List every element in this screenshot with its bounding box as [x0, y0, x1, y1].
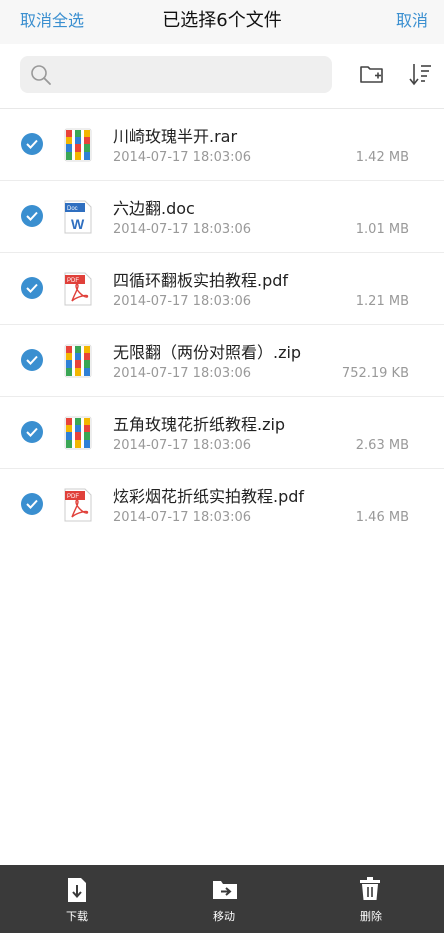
move-folder-icon	[213, 881, 237, 899]
move-label: 移动	[213, 910, 235, 923]
doc-badge-label: Doc	[67, 206, 78, 212]
file-date: 2014-07-17 18:03:06	[113, 222, 252, 237]
checkbox-checked-icon[interactable]	[21, 493, 43, 515]
header: 取消全选 已选择6个文件 取消	[0, 0, 444, 44]
page-title: 已选择6个文件	[162, 10, 282, 31]
file-size: 1.01 MB	[355, 222, 409, 237]
file-size: 2.63 MB	[355, 438, 409, 453]
file-name: 六边翻.doc	[113, 199, 195, 218]
file-row[interactable]: 五角玫瑰花折纸教程.zip 2014-07-17 18:03:06 2.63 M…	[0, 397, 444, 469]
search-icon	[31, 65, 51, 85]
delete-button[interactable]: 删除	[331, 865, 411, 933]
sort-icon[interactable]	[407, 60, 435, 88]
file-date: 2014-07-17 18:03:06	[113, 366, 252, 381]
file-row[interactable]: 无限翻（两份对照看）.zip 2014-07-17 18:03:06 752.1…	[0, 325, 444, 397]
cancel-button[interactable]: 取消	[396, 7, 428, 31]
checkbox-checked-icon[interactable]	[21, 349, 43, 371]
pdf-file-icon: PDF	[64, 272, 92, 306]
file-name: 无限翻（两份对照看）.zip	[113, 343, 302, 362]
toolbar	[0, 44, 444, 109]
archive-file-icon	[64, 344, 92, 378]
page: 取消全选 已选择6个文件 取消 川崎玫瑰半开.rar 2014-07-17 18…	[0, 0, 444, 933]
search-input[interactable]	[20, 56, 332, 93]
doc-letter-label: W	[71, 216, 85, 232]
checkbox-checked-icon[interactable]	[21, 277, 43, 299]
file-size: 1.42 MB	[355, 150, 409, 165]
checkbox-checked-icon[interactable]	[21, 133, 43, 155]
file-size: 1.46 MB	[355, 510, 409, 525]
trash-icon	[360, 877, 380, 900]
file-list: 川崎玫瑰半开.rar 2014-07-17 18:03:06 1.42 MB D…	[0, 109, 444, 541]
bottom-action-bar: 下载 移动 删除	[0, 865, 444, 933]
download-label: 下载	[66, 910, 88, 923]
list-empty-space	[0, 539, 444, 865]
file-size: 1.21 MB	[355, 294, 409, 309]
file-name: 炫彩烟花折纸实拍教程.pdf	[113, 487, 305, 506]
pdf-file-icon: PDF	[64, 488, 92, 522]
download-icon	[68, 878, 86, 902]
move-button[interactable]: 移动	[184, 865, 264, 933]
file-name: 川崎玫瑰半开.rar	[113, 127, 238, 146]
pdf-badge-label: PDF	[67, 494, 79, 500]
file-row[interactable]: PDF 炫彩烟花折纸实拍教程.pdf 2014-07-17 18:03:06 1…	[0, 469, 444, 541]
file-date: 2014-07-17 18:03:06	[113, 438, 252, 453]
file-date: 2014-07-17 18:03:06	[113, 294, 252, 309]
file-date: 2014-07-17 18:03:06	[113, 150, 252, 165]
file-name: 四循环翻板实拍教程.pdf	[113, 271, 289, 290]
checkbox-checked-icon[interactable]	[21, 421, 43, 443]
archive-file-icon	[64, 416, 92, 450]
new-folder-icon[interactable]	[358, 60, 386, 88]
word-doc-icon: Doc W	[64, 200, 92, 234]
delete-label: 删除	[360, 910, 382, 923]
checkbox-checked-icon[interactable]	[21, 205, 43, 227]
file-name: 五角玫瑰花折纸教程.zip	[113, 415, 286, 434]
download-button[interactable]: 下载	[37, 865, 117, 933]
file-row[interactable]: Doc W 六边翻.doc 2014-07-17 18:03:06 1.01 M…	[0, 181, 444, 253]
file-row[interactable]: 川崎玫瑰半开.rar 2014-07-17 18:03:06 1.42 MB	[0, 109, 444, 181]
file-row[interactable]: PDF 四循环翻板实拍教程.pdf 2014-07-17 18:03:06 1.…	[0, 253, 444, 325]
file-size: 752.19 KB	[341, 366, 409, 381]
file-date: 2014-07-17 18:03:06	[113, 510, 252, 525]
archive-file-icon	[64, 128, 92, 162]
pdf-badge-label: PDF	[67, 278, 79, 284]
